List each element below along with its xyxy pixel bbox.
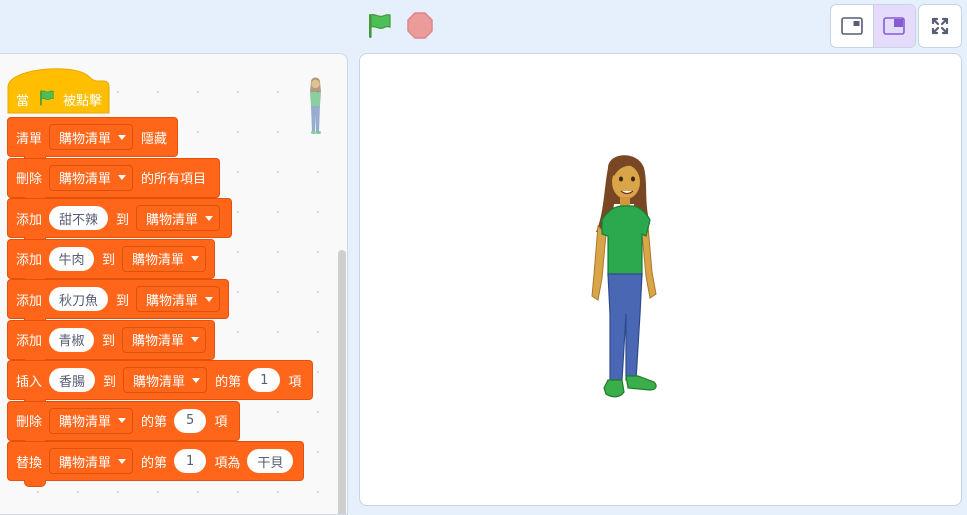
caret-down-icon [191,337,199,342]
list-dropdown[interactable]: 購物清單 [123,367,208,393]
text-input-slot[interactable]: 青椒 [49,327,94,352]
block-label: 的第 [215,374,242,390]
caret-down-icon [205,296,213,302]
code-workspace[interactable]: 當 被點擊 清單 購物清單 隱藏 刪除 購物清單 的所有項目 添加 甜不辣到購物清單 添加 牛肉到… [0,53,348,515]
fullscreen-icon [931,17,949,35]
caret-down-icon [118,458,127,464]
code-block[interactable]: 添加 牛肉到 購物清單 [7,238,215,285]
dropdown-label: 購物清單 [131,253,184,268]
hat-clicked-label: 被點擊 [63,93,103,109]
text-input-slot[interactable]: 香腸 [49,368,96,392]
code-block[interactable]: 添加 甜不辣到購物清單 [7,198,232,244]
list-dropdown[interactable]: 購物清單 [121,326,206,353]
green-flag-icon [40,90,54,106]
stage-header [0,0,967,52]
code-block[interactable]: 插入 香腸到購物清單 的第 1 項 [7,360,313,406]
list-dropdown[interactable]: 購物清單 [49,407,134,434]
number-input-slot[interactable]: 1 [174,449,207,473]
code-block[interactable]: 添加 秋刀魚到購物清單 [7,279,229,325]
text-input-slot[interactable]: 牛肉 [49,246,94,271]
text-input-slot[interactable]: 秋刀魚 [49,287,108,311]
stop-sign-icon [407,12,433,39]
fullscreen-button[interactable] [918,4,962,48]
normal-stage-icon [883,17,906,35]
dropdown-label: 購物清單 [59,131,112,147]
block-label: 添加 [16,253,43,268]
block-label: 添加 [16,334,43,349]
dropdown-label: 購物清單 [59,172,112,187]
stage[interactable] [359,53,962,506]
code-scrollbar[interactable] [338,250,346,514]
list-dropdown[interactable]: 購物清單 [121,245,206,272]
sprite-thumbnail-icon [310,77,321,134]
code-block[interactable]: 刪除 購物清單 的第 5 項 [7,400,240,447]
block-label: 清單 [16,131,43,147]
list-dropdown[interactable]: 購物清單 [49,448,134,474]
dropdown-label: 購物清單 [131,334,184,349]
block-label: 到 [103,374,117,390]
sprite-character-icon [591,155,657,398]
caret-down-icon [192,377,201,383]
when-flag-clicked-block[interactable]: 當 被點擊 [7,63,110,115]
block-label: 的所有項目 [141,172,207,187]
green-flag-button[interactable] [364,10,396,42]
block-label: 的第 [141,455,168,471]
caret-down-icon [205,215,214,221]
dropdown-label: 購物清單 [133,374,186,390]
text-input-slot[interactable]: 干貝 [247,449,294,473]
caret-down-icon [118,418,127,423]
stop-button[interactable] [404,10,436,42]
list-dropdown[interactable]: 購物清單 [49,164,134,191]
caret-down-icon [191,256,199,261]
block-label: 添加 [16,293,43,309]
block-label: 項 [288,374,302,390]
block-label: 插入 [16,374,43,390]
dropdown-label: 購物清單 [146,212,199,228]
small-stage-button[interactable] [831,5,873,47]
block-label: 項為 [214,455,241,471]
block-label: 到 [101,253,115,268]
code-block[interactable]: 替換 購物清單 的第 1 項為 干貝 [7,441,304,487]
small-stage-icon [840,17,863,35]
text-input-slot[interactable]: 甜不辣 [49,206,109,230]
code-block[interactable]: 刪除 購物清單 的所有項目 [7,157,220,204]
caret-down-icon [118,134,127,140]
number-input-slot[interactable]: 5 [174,408,207,433]
dropdown-label: 購物清單 [59,455,112,471]
caret-down-icon [118,175,127,180]
block-label: 到 [101,334,115,349]
block-label: 添加 [16,212,43,228]
block-label: 到 [115,293,129,309]
stage-size-toggle [830,4,916,48]
list-dropdown[interactable]: 購物清單 [49,124,134,150]
block-label: 刪除 [16,172,43,187]
list-dropdown[interactable]: 購物清單 [135,286,220,312]
block-label: 的第 [141,415,168,430]
block-label: 到 [116,212,130,228]
code-block[interactable]: 清單 購物清單 隱藏 [7,117,178,163]
block-label: 項 [214,415,228,430]
block-label: 隱藏 [141,131,168,147]
green-flag-icon [369,13,391,38]
dropdown-label: 購物清單 [145,293,198,309]
normal-stage-button[interactable] [872,5,915,47]
hat-when-label: 當 [16,93,30,109]
list-dropdown[interactable]: 購物清單 [136,205,221,231]
code-block[interactable]: 添加 青椒到 購物清單 [7,319,215,366]
number-input-slot[interactable]: 1 [248,368,281,392]
block-label: 刪除 [16,415,43,430]
dropdown-label: 購物清單 [59,415,112,430]
block-label: 替換 [16,455,43,471]
